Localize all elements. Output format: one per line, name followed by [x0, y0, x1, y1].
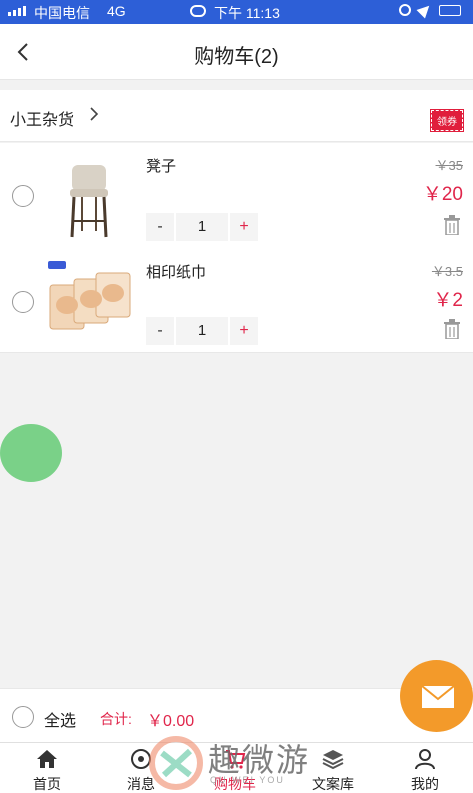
home-icon	[37, 750, 57, 768]
mail-icon	[421, 685, 455, 708]
increase-button[interactable]: +	[230, 213, 258, 241]
bar-stool-image[interactable]	[44, 151, 134, 241]
quantity-field[interactable]: 1	[174, 213, 230, 241]
tab-home[interactable]: 首页	[2, 743, 92, 793]
shop-name[interactable]: 小王杂货	[10, 106, 74, 130]
tab-label: 我的	[411, 776, 439, 792]
watermark: 趣微游 QU WEI YOU	[148, 733, 348, 793]
assistive-touch-button[interactable]	[0, 424, 62, 482]
tab-profile[interactable]: 我的	[380, 743, 470, 793]
battery-icon	[439, 4, 461, 16]
product-name[interactable]: 凳子	[146, 155, 176, 176]
network-label: 4G	[107, 3, 126, 19]
quantity-stepper: - 1 +	[146, 317, 258, 345]
carrier-label: 中国电信	[34, 5, 90, 21]
select-all-radio[interactable]	[12, 706, 34, 728]
trash-icon[interactable]	[443, 215, 461, 236]
original-price: ￥35	[435, 158, 463, 173]
tissue-pack-image[interactable]	[44, 255, 134, 345]
shop-header[interactable]: 小王杂货 领券	[0, 90, 473, 142]
status-bar: 中国电信 4G 下午 11:13	[0, 0, 473, 24]
navigation-bar: 购物车(2)	[0, 24, 473, 80]
location-icon	[416, 1, 434, 19]
decrease-button[interactable]: -	[146, 317, 174, 345]
signal-icon	[8, 6, 26, 16]
quantity-stepper: - 1 +	[146, 213, 258, 241]
cart-item-list: 凳子 ￥35 ￥20 - 1 + 相印纸巾 ￥3.5 ￥2 - 1 +	[0, 143, 473, 353]
cart-item: 凳子 ￥35 ￥20 - 1 +	[0, 143, 473, 247]
watermark-subtext: QU WEI YOU	[210, 775, 285, 785]
item-select-radio[interactable]	[12, 185, 34, 207]
product-name[interactable]: 相印纸巾	[146, 261, 206, 282]
mail-button[interactable]	[400, 660, 473, 732]
select-all-label[interactable]: 全选	[44, 707, 76, 731]
product-price: ￥20	[422, 184, 463, 205]
quantity-field[interactable]: 1	[174, 317, 230, 345]
product-price: ￥2	[433, 290, 463, 311]
original-price: ￥3.5	[431, 264, 463, 279]
decrease-button[interactable]: -	[146, 213, 174, 241]
orientation-lock-icon	[399, 4, 411, 16]
page-title: 购物车(2)	[194, 46, 279, 68]
total-label: 合计:	[100, 711, 132, 727]
coupon-button[interactable]: 领券	[430, 109, 464, 132]
watermark-logo-icon	[149, 736, 203, 790]
user-icon	[415, 749, 435, 770]
trash-icon[interactable]	[443, 319, 461, 340]
cart-item: 相印纸巾 ￥3.5 ￥2 - 1 +	[0, 249, 473, 353]
total-value: ￥0.00	[147, 713, 195, 730]
tab-label: 首页	[33, 776, 61, 792]
chevron-right-icon[interactable]	[88, 104, 100, 129]
clock: 下午 11:13	[214, 5, 280, 21]
link-icon	[190, 5, 206, 17]
increase-button[interactable]: +	[230, 317, 258, 345]
item-select-radio[interactable]	[12, 291, 34, 313]
